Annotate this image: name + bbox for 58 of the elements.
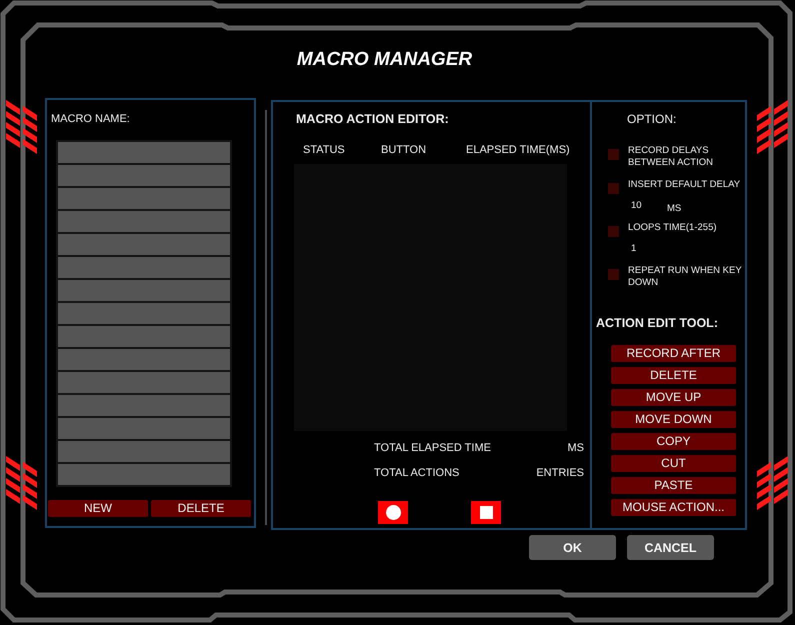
stop-icon [480,506,492,519]
move-down-button[interactable]: MOVE DOWN [611,411,736,428]
macro-slot[interactable] [58,257,230,278]
option-label: REPEAT RUN WHEN KEY DOWN [628,265,742,289]
macro-slot[interactable] [58,280,230,301]
mouse-action-button[interactable]: MOUSE ACTION... [611,499,736,516]
option-label: RECORD DELAYS BETWEEN ACTION [628,145,714,169]
ok-button[interactable]: OK [529,535,616,560]
stop-button[interactable] [471,501,501,524]
macro-slot[interactable] [58,418,230,439]
hazard-stripes-drawing [757,456,788,510]
checkbox[interactable] [608,226,619,237]
loops-field[interactable]: 1 [631,243,638,255]
macro-slot[interactable] [58,211,230,232]
macro-slot[interactable] [58,234,230,255]
column-header: STATUS [303,144,346,157]
hazard-stripes-drawing [6,100,37,154]
unit-label: MS [667,203,682,215]
hazard-stripes-drawing [757,100,788,154]
unit-label: ENTRIES [536,467,584,480]
record-button[interactable] [378,501,408,524]
delete-button[interactable]: DELETE [611,367,736,384]
total-label: TOTAL ELAPSED TIME [374,442,491,455]
macro-slot[interactable] [58,188,230,209]
cut-button[interactable]: CUT [611,455,736,472]
delay-field[interactable]: 10 [631,200,644,212]
record-icon [386,505,400,520]
unit-label: MS [568,442,584,455]
cancel-button[interactable]: CANCEL [627,535,714,560]
macro-slot[interactable] [58,441,230,462]
macro-slot[interactable] [58,395,230,416]
macro-slot[interactable] [58,372,230,393]
editor-title: MACRO ACTION EDITOR: [296,112,449,127]
checkbox[interactable] [608,183,619,194]
column-header: ELAPSED TIME(MS) [466,144,570,157]
option-label: LOOPS TIME(1-255) [628,222,718,234]
checkbox[interactable] [608,149,619,160]
option-label: INSERT DEFAULT DELAY [628,179,742,191]
new-button[interactable]: NEW [48,500,148,517]
macro-name-label: MACRO NAME: [51,113,130,126]
macro-slot[interactable] [58,464,230,485]
tool-title: ACTION EDIT TOOL: [596,316,718,331]
total-label: TOTAL ACTIONS [374,467,460,480]
window-title: MACRO MANAGER [296,49,474,71]
delete-button[interactable]: DELETE [151,500,251,517]
macro-slot[interactable] [58,303,230,324]
macro-slot[interactable] [58,165,230,186]
checkbox[interactable] [608,269,619,280]
record-after-button[interactable]: RECORD AFTER [611,345,736,362]
macro-slot[interactable] [58,349,230,370]
move-up-button[interactable]: MOVE UP [611,389,736,406]
column-header: BUTTON [381,144,428,157]
copy-button[interactable]: COPY [611,433,736,450]
options-title: OPTION: [627,112,676,126]
macro-slot[interactable] [58,326,230,347]
macro-slot[interactable] [58,142,230,163]
paste-button[interactable]: PASTE [611,477,736,494]
hazard-stripes-drawing [6,456,37,510]
